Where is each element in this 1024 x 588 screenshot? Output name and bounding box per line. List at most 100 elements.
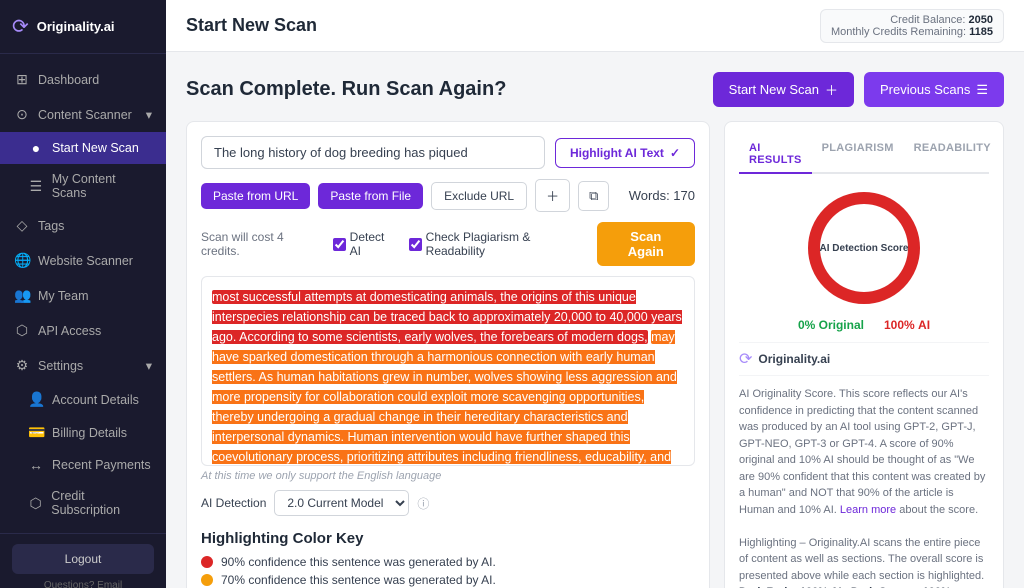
originality-branding: ⟳ Originality.ai	[739, 342, 989, 376]
action-buttons: Start New Scan ＋ Previous Scans ☰	[713, 72, 1004, 107]
sidebar-item-label: Content Scanner	[38, 108, 132, 122]
score-circle: AI Detection Score	[804, 188, 924, 308]
credit-balance-row: Credit Balance: 2050	[831, 14, 993, 26]
detect-ai-input[interactable]	[333, 238, 346, 251]
highlighted-passage-orange: may have sparked domestication through a…	[212, 330, 679, 466]
text-content-area[interactable]: most successful attempts at domesticatin…	[201, 276, 695, 466]
copy-icon-button[interactable]: ⧉	[578, 181, 609, 211]
api-icon: ⬡	[14, 322, 30, 339]
color-key: Highlighting Color Key 90% confidence th…	[201, 530, 695, 588]
sidebar-item-settings[interactable]: ⚙ Settings ▾	[0, 348, 166, 383]
sidebar: ⟳ Originality.ai ⊞ Dashboard ⊙ Content S…	[0, 0, 166, 588]
dashboard-icon: ⊞	[14, 71, 30, 88]
color-key-title: Highlighting Color Key	[201, 530, 695, 547]
payments-icon: ↔	[28, 457, 44, 473]
page-title: Start New Scan	[186, 15, 317, 36]
sidebar-item-label: Tags	[38, 219, 64, 233]
team-icon: 👥	[14, 287, 30, 304]
chevron-down-icon: ▾	[146, 107, 152, 122]
plagiarism-checkbox[interactable]: Check Plagiarism & Readability	[409, 230, 583, 258]
detect-ai-checkbox[interactable]: Detect AI	[333, 230, 395, 258]
score-description: AI Originality Score. This score reflect…	[739, 386, 989, 588]
tags-icon: ◇	[14, 217, 30, 234]
header-right: Credit Balance: 2050 Monthly Credits Rem…	[820, 9, 1004, 43]
sidebar-item-content-scanner[interactable]: ⊙ Content Scanner ▾	[0, 97, 166, 132]
credit-sub-icon: ⬡	[28, 495, 43, 512]
settings-icon: ⚙	[14, 357, 30, 374]
ai-model-select[interactable]: 2.0 Current Model	[274, 490, 409, 516]
sidebar-logo: ⟳ Originality.ai	[0, 0, 166, 54]
sidebar-item-label: My Content Scans	[52, 172, 152, 200]
sidebar-item-my-team[interactable]: 👥 My Team	[0, 278, 166, 313]
previous-scans-button[interactable]: Previous Scans ☰	[864, 72, 1004, 107]
info-icon: ⓘ	[417, 495, 429, 512]
website-scanner-icon: 🌐	[14, 252, 30, 269]
paste-from-file-button[interactable]: Paste from File	[318, 183, 423, 209]
scan-options: Scan will cost 4 credits. Detect AI Chec…	[201, 222, 695, 266]
tab-ai-results[interactable]: AI RESULTS	[739, 136, 812, 174]
score-labels: 0% Original 100% AI	[739, 318, 989, 332]
sidebar-item-label: My Team	[38, 289, 88, 303]
sidebar-item-tags[interactable]: ◇ Tags	[0, 208, 166, 243]
exclude-url-button[interactable]: Exclude URL	[431, 182, 527, 210]
brand-name: Originality.ai	[758, 352, 830, 366]
chevron-down-icon: ▾	[146, 358, 152, 373]
results-tabs: AI RESULTS PLAGIARISM READABILITY	[739, 136, 989, 174]
checkmark-icon: ✓	[670, 146, 680, 160]
sidebar-item-label: Recent Payments	[52, 458, 151, 472]
add-icon-button[interactable]: ＋	[535, 179, 570, 212]
learn-more-link[interactable]: Learn more	[840, 504, 896, 516]
logo-icon: ⟳	[12, 14, 29, 39]
logout-button[interactable]: Logout	[12, 544, 154, 574]
main-area: Start New Scan Credit Balance: 2050 Mont…	[166, 0, 1024, 588]
tab-readability[interactable]: READABILITY	[904, 136, 1001, 174]
list-icon: ☰	[976, 82, 988, 98]
sidebar-item-recent-payments[interactable]: ↔ Recent Payments	[0, 449, 166, 481]
credit-info: Credit Balance: 2050 Monthly Credits Rem…	[820, 9, 1004, 43]
sidebar-item-label: Dashboard	[38, 73, 99, 87]
sidebar-item-label: Start New Scan	[52, 141, 139, 155]
content-scanner-icon: ⊙	[14, 106, 30, 123]
words-count: Words: 170	[629, 188, 695, 203]
color-key-item-90: 90% confidence this sentence was generat…	[201, 555, 695, 569]
sidebar-item-dashboard[interactable]: ⊞ Dashboard	[0, 62, 166, 97]
button-row: Paste from URL Paste from File Exclude U…	[201, 179, 695, 212]
page-subtitle: Scan Complete. Run Scan Again?	[186, 78, 506, 101]
plus-icon: ＋	[825, 80, 838, 99]
sidebar-item-label: API Access	[38, 324, 101, 338]
color-dot-red	[201, 556, 213, 568]
ai-detection-row: AI Detection 2.0 Current Model ⓘ	[201, 490, 695, 516]
ai-score: 100% AI	[884, 318, 930, 332]
sidebar-item-label: Website Scanner	[38, 254, 133, 268]
paste-from-url-button[interactable]: Paste from URL	[201, 183, 310, 209]
sidebar-item-website-scanner[interactable]: 🌐 Website Scanner	[0, 243, 166, 278]
scan-text-preview: The long history of dog breeding has piq…	[201, 136, 545, 169]
account-icon: 👤	[28, 391, 44, 408]
sidebar-item-my-content-scans[interactable]: ☰ My Content Scans	[0, 164, 166, 208]
logo-text: Originality.ai	[37, 19, 115, 34]
scan-input-row: The long history of dog breeding has piq…	[201, 136, 695, 169]
sidebar-item-billing-details[interactable]: 💳 Billing Details	[0, 416, 166, 449]
start-new-scan-button[interactable]: Start New Scan ＋	[713, 72, 854, 107]
right-panel: AI RESULTS PLAGIARISM READABILITY AI Det…	[724, 121, 1004, 588]
top-header: Start New Scan Credit Balance: 2050 Mont…	[166, 0, 1024, 52]
start-scan-icon: ●	[28, 140, 44, 156]
sidebar-footer: Logout Questions? Email support@original…	[0, 533, 166, 588]
brand-icon: ⟳	[739, 349, 752, 369]
plagiarism-input[interactable]	[409, 238, 422, 251]
highlight-ai-text-button[interactable]: Highlight AI Text ✓	[555, 138, 695, 168]
monthly-credits-row: Monthly Credits Remaining: 1185	[831, 26, 993, 38]
sidebar-item-label: Billing Details	[52, 426, 127, 440]
color-dot-orange	[201, 574, 213, 586]
sidebar-item-label: Credit Subscription	[51, 489, 152, 517]
support-text: Questions? Email support@originality.ai	[12, 580, 154, 588]
two-column-layout: The long history of dog breeding has piq…	[186, 121, 1004, 588]
scan-again-button[interactable]: Scan Again	[597, 222, 695, 266]
score-area: AI Detection Score	[739, 188, 989, 308]
sidebar-item-credit-subscription[interactable]: ⬡ Credit Subscription	[0, 481, 166, 525]
sidebar-item-start-new-scan[interactable]: ● Start New Scan	[0, 132, 166, 164]
sidebar-item-api-access[interactable]: ⬡ API Access	[0, 313, 166, 348]
ai-detect-label: AI Detection	[201, 496, 266, 510]
tab-plagiarism[interactable]: PLAGIARISM	[812, 136, 904, 174]
sidebar-item-account-details[interactable]: 👤 Account Details	[0, 383, 166, 416]
